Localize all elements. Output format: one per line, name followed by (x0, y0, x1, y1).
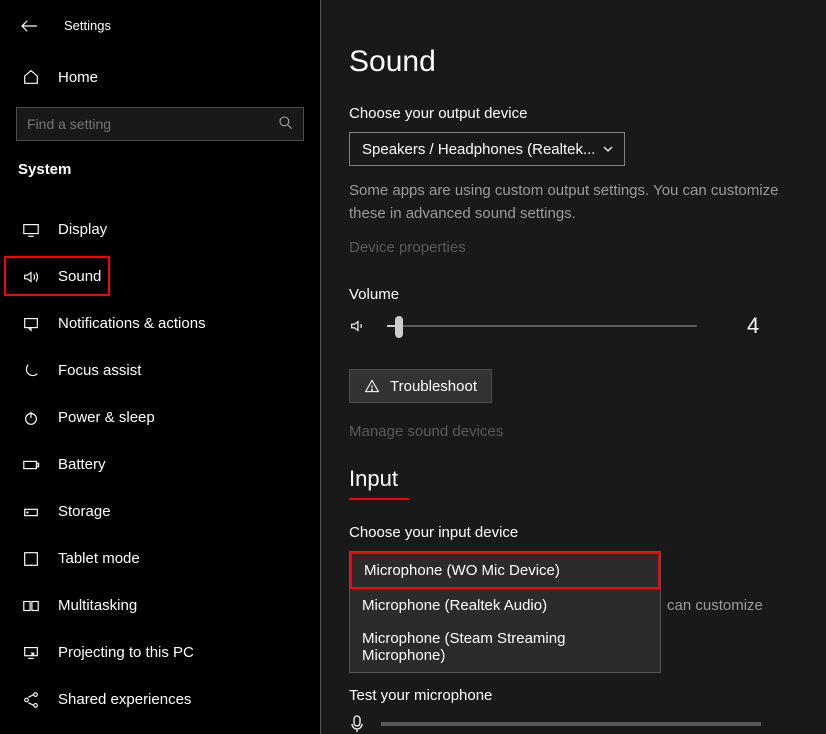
page-title: Sound (349, 45, 798, 79)
input-device-option[interactable]: Microphone (WO Mic Device) (350, 552, 660, 589)
chevron-down-icon (602, 143, 614, 155)
sidebar-item-shared-experiences[interactable]: Shared experiences (0, 676, 320, 723)
back-icon[interactable] (20, 19, 40, 33)
sidebar-item-label: Battery (58, 456, 106, 473)
sidebar-item-battery[interactable]: Battery (0, 441, 320, 488)
test-microphone-label: Test your microphone (349, 687, 798, 704)
troubleshoot-label: Troubleshoot (390, 378, 477, 395)
storage-icon (18, 503, 44, 521)
shared-icon (18, 691, 44, 709)
manage-sound-devices-link[interactable]: Manage sound devices (349, 423, 798, 440)
sidebar-item-storage[interactable]: Storage (0, 488, 320, 535)
input-section-title: Input (349, 466, 798, 492)
focus-assist-icon (18, 362, 44, 380)
sidebar-item-label: Shared experiences (58, 691, 191, 708)
tablet-icon (18, 550, 44, 568)
sidebar-item-label: Multitasking (58, 597, 137, 614)
display-icon (18, 221, 44, 239)
sidebar-item-label: Tablet mode (58, 550, 140, 567)
section-title: System (0, 161, 320, 178)
sidebar-item-label: Power & sleep (58, 409, 155, 426)
sidebar-item-sound[interactable]: Sound (0, 253, 320, 300)
microphone-icon (349, 714, 365, 734)
slider-thumb[interactable] (395, 316, 403, 338)
home-nav[interactable]: Home (0, 57, 320, 97)
device-properties-link[interactable]: Device properties (349, 239, 798, 256)
sidebar-item-projecting[interactable]: Projecting to this PC (0, 629, 320, 676)
input-device-option[interactable]: Microphone (Steam Streaming Microphone) (350, 622, 660, 672)
highlight-underline (349, 498, 409, 500)
sidebar-item-label: Sound (58, 268, 101, 285)
sidebar-item-label: Focus assist (58, 362, 141, 379)
output-device-label: Choose your output device (349, 105, 798, 122)
output-description: Some apps are using custom output settin… (349, 180, 779, 225)
sidebar-item-multitasking[interactable]: Multitasking (0, 582, 320, 629)
search-icon (278, 115, 294, 131)
sidebar-item-label: Display (58, 221, 107, 238)
sidebar-item-power-sleep[interactable]: Power & sleep (0, 394, 320, 441)
troubleshoot-button[interactable]: Troubleshoot (349, 369, 492, 403)
input-device-option[interactable]: Microphone (Realtek Audio) (350, 589, 660, 622)
input-device-label: Choose your input device (349, 524, 798, 541)
home-label: Home (58, 69, 98, 86)
sidebar-item-notifications[interactable]: Notifications & actions (0, 300, 320, 347)
volume-label: Volume (349, 286, 798, 303)
multitasking-icon (18, 597, 44, 615)
warning-icon (364, 378, 380, 394)
sidebar-item-display[interactable]: Display (0, 206, 320, 253)
app-title: Settings (64, 18, 111, 33)
battery-icon (18, 456, 44, 474)
input-device-dropdown-menu: Microphone (WO Mic Device) Microphone (R… (349, 551, 661, 673)
output-device-dropdown[interactable]: Speakers / Headphones (Realtek... (349, 132, 625, 166)
sidebar-item-tablet-mode[interactable]: Tablet mode (0, 535, 320, 582)
volume-slider[interactable] (387, 325, 697, 327)
speaker-icon[interactable] (349, 317, 367, 335)
output-device-selected: Speakers / Headphones (Realtek... (362, 141, 595, 158)
notifications-icon (18, 315, 44, 333)
projecting-icon (18, 644, 44, 662)
sound-icon (18, 268, 44, 286)
input-description-partial: can customize (667, 597, 798, 614)
sidebar-item-focus-assist[interactable]: Focus assist (0, 347, 320, 394)
sidebar-item-label: Storage (58, 503, 111, 520)
sidebar-item-label: Projecting to this PC (58, 644, 194, 661)
microphone-test-meter (381, 722, 761, 726)
power-icon (18, 409, 44, 427)
home-icon (18, 68, 44, 86)
volume-value: 4 (747, 313, 759, 339)
search-input[interactable] (16, 107, 304, 141)
sidebar-item-label: Notifications & actions (58, 315, 206, 332)
